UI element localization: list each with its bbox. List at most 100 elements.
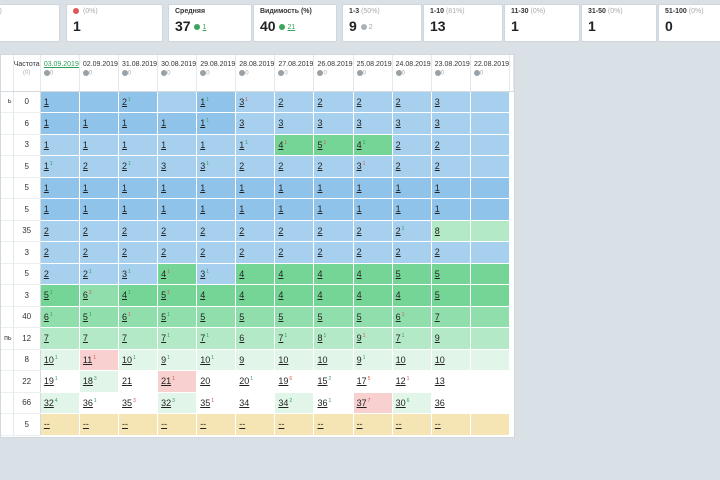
keyword-cell[interactable] [1,241,14,264]
position-cell[interactable]: 351 [196,392,237,414]
position-cell[interactable]: 2 [353,241,393,264]
position-cell[interactable]: 201 [235,370,276,393]
keyword-cell[interactable] [1,349,14,371]
position-cell[interactable]: 183 [79,370,120,393]
position-value[interactable]: 1 [239,140,244,150]
position-value[interactable]: 2 [161,247,166,257]
position-cell[interactable]: 2 [431,134,471,156]
position-value[interactable]: 3 [122,269,127,279]
position-cell[interactable]: 2 [79,155,120,178]
position-cell[interactable] [157,91,198,113]
position-cell[interactable]: 121 [392,370,432,393]
position-cell[interactable]: 2 [157,241,198,264]
position-value[interactable]: 2 [357,226,362,236]
position-value[interactable]: 4 [122,290,127,300]
position-cell[interactable]: 3 [313,112,354,135]
position-value[interactable]: 2 [83,269,88,279]
position-value[interactable]: 2 [396,97,401,107]
position-value[interactable]: 3 [435,97,440,107]
position-value[interactable]: 13 [435,376,445,386]
position-value[interactable]: 8 [317,333,322,343]
position-cell[interactable]: 2 [274,220,315,242]
position-cell[interactable]: 2 [196,220,237,242]
position-value[interactable]: -- [357,419,363,429]
position-value[interactable]: 5 [44,290,49,300]
position-value[interactable]: 4 [357,140,362,150]
position-value[interactable]: 30 [396,398,406,408]
position-cell[interactable]: 1 [157,112,198,135]
position-value[interactable]: 1 [317,204,322,214]
position-cell[interactable]: 21 [118,155,159,178]
position-cell[interactable] [470,112,511,135]
position-value[interactable]: 1 [357,204,362,214]
position-cell[interactable]: 4 [353,284,393,307]
position-cell[interactable]: 21 [118,91,159,113]
position-value[interactable]: 4 [278,269,283,279]
position-value[interactable]: 1 [44,204,49,214]
keyword-cell[interactable] [1,306,14,328]
position-value[interactable]: 21 [122,376,132,386]
position-value[interactable]: 9 [357,333,362,343]
position-value[interactable]: 2 [278,97,283,107]
position-value[interactable]: 4 [396,290,401,300]
position-value[interactable]: 9 [161,355,166,365]
position-cell[interactable] [470,91,511,113]
position-cell[interactable]: 3 [157,155,198,178]
position-value[interactable]: 1 [200,118,205,128]
position-cell[interactable]: 2 [392,91,432,113]
position-value[interactable]: 19 [44,376,54,386]
position-cell[interactable]: 7 [40,327,80,350]
position-cell[interactable]: 1 [392,198,432,221]
position-cell[interactable]: 2 [431,241,471,264]
position-value[interactable]: -- [83,419,89,429]
position-value[interactable]: 6 [396,312,401,322]
position-value[interactable]: -- [44,419,50,429]
position-cell[interactable]: 3 [235,112,276,135]
position-cell[interactable]: 2 [313,241,354,264]
position-cell[interactable]: 41 [157,263,198,285]
position-cell[interactable]: 6 [235,327,276,350]
position-value[interactable]: 2 [317,226,322,236]
position-cell[interactable]: 5 [353,306,393,328]
position-cell[interactable]: 36 [431,392,471,414]
position-cell[interactable]: 51 [313,134,354,156]
frequency-header[interactable]: Частота (0) [13,55,41,92]
summary-card[interactable]: (0%) [0,4,60,42]
position-cell[interactable]: 101 [40,349,80,371]
position-cell[interactable]: 21 [392,220,432,242]
position-cell[interactable]: 3 [392,112,432,135]
date-column-header[interactable]: 31.08.2019 0 [118,55,159,92]
position-value[interactable]: -- [161,419,167,429]
position-cell[interactable]: 1 [79,198,120,221]
position-cell[interactable]: 191 [40,370,80,393]
position-value[interactable]: 1 [122,118,127,128]
position-cell[interactable]: -- [392,413,432,436]
position-value[interactable]: 9 [357,355,362,365]
position-value[interactable]: 2 [357,247,362,257]
position-cell[interactable]: 51 [157,284,198,307]
date-column-header[interactable]: 27.08.2019 0 [274,55,315,92]
position-cell[interactable]: 1 [196,134,237,156]
position-cell[interactable] [470,370,511,393]
position-cell[interactable]: 211 [157,370,198,393]
position-cell[interactable]: 1 [118,177,159,199]
position-value[interactable]: 10 [435,355,445,365]
position-cell[interactable]: 1 [40,134,80,156]
position-cell[interactable]: 2 [274,91,315,113]
position-value[interactable]: 1 [122,140,127,150]
position-cell[interactable]: 5 [431,263,471,285]
position-value[interactable]: 3 [357,161,362,171]
position-cell[interactable]: 3 [431,91,471,113]
position-value[interactable]: 7 [200,333,205,343]
position-cell[interactable]: 71 [157,327,198,350]
position-value[interactable]: 37 [357,398,367,408]
position-cell[interactable]: 1 [157,177,198,199]
position-cell[interactable]: 2 [313,91,354,113]
position-cell[interactable] [470,134,511,156]
position-value[interactable]: 7 [278,333,283,343]
position-cell[interactable]: 1 [40,112,80,135]
position-cell[interactable]: 7 [431,306,471,328]
position-cell[interactable]: 11 [235,134,276,156]
position-cell[interactable]: 41 [353,134,393,156]
position-cell[interactable]: 9 [235,349,276,371]
